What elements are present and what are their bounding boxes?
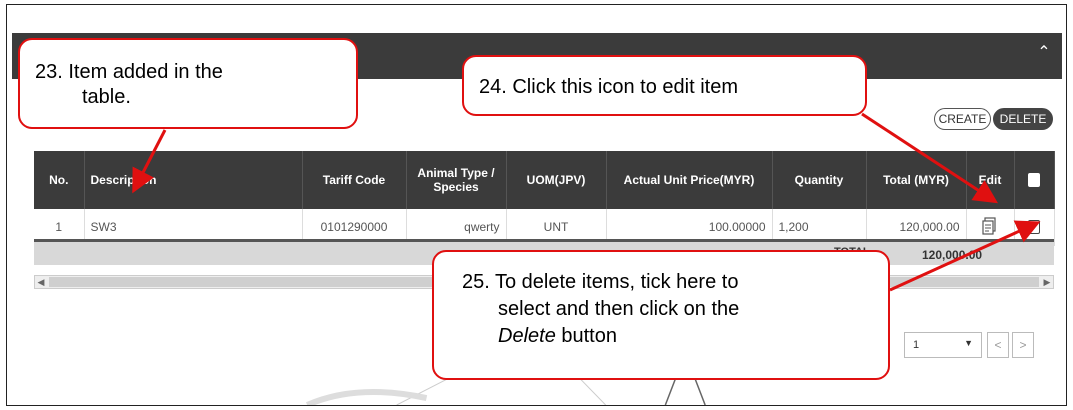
- row-select-checkbox[interactable]: [1028, 220, 1040, 235]
- callout-24: 24. Click this icon to edit item: [462, 55, 867, 116]
- callout-25-delete-word: Delete: [498, 325, 556, 347]
- page-select-value: 1: [913, 339, 920, 351]
- callout-23-line2: table.: [82, 86, 131, 108]
- chevron-up-icon[interactable]: ⌃: [1036, 43, 1052, 63]
- callout-25-line3-rest: button: [555, 325, 617, 347]
- callout-25-line3: Delete button: [498, 324, 617, 348]
- callout-25: 25. To delete items, tick here to select…: [432, 250, 890, 380]
- col-header-edit: Edit: [966, 151, 1015, 209]
- col-header-quantity: Quantity: [772, 151, 867, 209]
- table-header-row: No. Description Tariff Code Animal Type …: [34, 151, 1055, 209]
- create-button[interactable]: CREATE: [934, 108, 991, 130]
- col-header-uom: UOM(JPV): [506, 151, 607, 209]
- col-header-animal-type: Animal Type / Species: [406, 151, 507, 209]
- scroll-right-icon[interactable]: ▶: [1041, 276, 1053, 288]
- callout-25-line1: 25. To delete items, tick here to: [462, 271, 739, 293]
- page-select[interactable]: 1 ▼: [904, 332, 982, 358]
- next-page-button[interactable]: >: [1012, 332, 1034, 358]
- items-table: No. Description Tariff Code Animal Type …: [34, 151, 1055, 246]
- prev-page-button[interactable]: <: [987, 332, 1009, 358]
- col-header-no: No.: [34, 151, 85, 209]
- col-header-total: Total (MYR): [866, 151, 967, 209]
- col-header-unit-price: Actual Unit Price(MYR): [606, 151, 773, 209]
- callout-23: 23. Item added in the table.: [18, 38, 358, 129]
- scroll-left-icon[interactable]: ◀: [35, 276, 47, 288]
- callout-25-line2: select and then click on the: [498, 298, 740, 320]
- select-all-checkbox[interactable]: [1028, 173, 1040, 188]
- col-header-tariff-code: Tariff Code: [302, 151, 407, 209]
- chevron-down-icon: ▼: [964, 338, 973, 348]
- col-header-select-all: [1014, 151, 1055, 209]
- col-header-description: Description: [84, 151, 303, 209]
- callout-24-text: 24. Click this icon to edit item: [479, 76, 738, 98]
- delete-button[interactable]: DELETE: [993, 108, 1053, 130]
- total-value: 120,000.00: [922, 248, 983, 262]
- callout-23-line1: 23. Item added in the: [35, 61, 223, 83]
- edit-document-icon[interactable]: [982, 216, 998, 235]
